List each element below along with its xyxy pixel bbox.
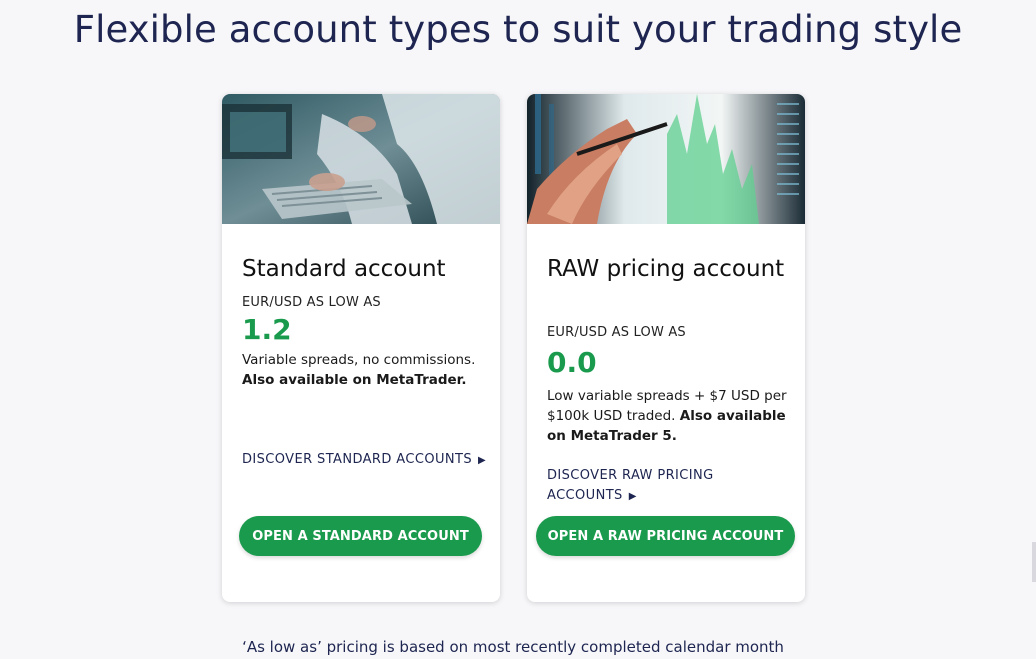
price-value: 1.2 [242,313,292,346]
price-value: 0.0 [547,346,597,379]
open-standard-account-button[interactable]: OPEN A STANDARD ACCOUNT [239,516,482,556]
pricing-footnote: ‘As low as’ pricing is based on most rec… [242,638,784,656]
scroll-edge-indicator [1032,542,1036,582]
description-bold: Also available on MetaTrader. [242,372,467,388]
page-heading: Flexible account types to suit your trad… [73,8,963,51]
open-raw-pricing-account-button[interactable]: OPEN A RAW PRICING ACCOUNT [536,516,795,556]
play-arrow-icon: ▶ [477,455,487,466]
standard-account-card: Standard account EUR/USD AS LOW AS 1.2 V… [222,94,500,602]
discover-label: DISCOVER STANDARD ACCOUNTS [242,452,472,467]
play-arrow-icon: ▶ [628,491,637,502]
discover-standard-link[interactable]: DISCOVER STANDARD ACCOUNTS ▶ [242,450,486,471]
card-title: RAW pricing account [547,256,785,282]
card-description: Low variable spreads + $7 USD per $100k … [547,386,787,446]
price-kicker: EUR/USD AS LOW AS [242,295,381,310]
raw-pricing-account-card: RAW pricing account EUR/USD AS LOW AS 0.… [527,94,805,602]
price-kicker: EUR/USD AS LOW AS [547,325,686,340]
raw-pricing-account-image [527,94,805,224]
card-title: Standard account [242,256,446,282]
card-description: Variable spreads, no commissions. Also a… [242,350,482,390]
standard-account-image [222,94,500,224]
description-text: Variable spreads, no commissions. [242,352,476,368]
discover-raw-pricing-link[interactable]: DISCOVER RAW PRICING ACCOUNTS ▶ [547,466,747,507]
